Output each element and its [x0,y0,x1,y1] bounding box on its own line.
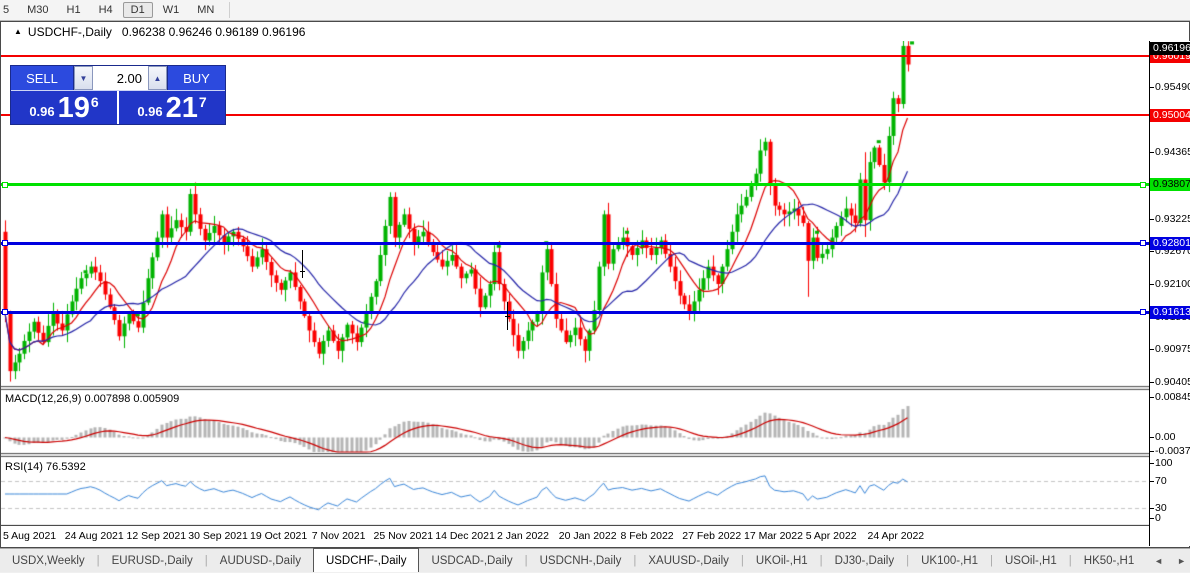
date-tick-label: 17 Mar 2022 [744,530,803,542]
date-tick-label: 30 Sep 2021 [188,530,248,542]
horizontal-line-0.91613[interactable] [1,309,1149,316]
buy-button[interactable]: BUY [167,66,225,90]
sell-price-pip: 6 [90,94,99,110]
chart-tab-uk100[interactable]: UK100-,H1 [909,549,990,572]
date-tick-label: 2 Jan 2022 [497,530,549,542]
line-handle[interactable] [2,309,8,316]
horizontal-line-0.93807[interactable] [1,181,1149,188]
chart-tab-xauusd[interactable]: XAUUSD-,Daily [636,549,741,572]
bid-ask-prices: 0.96 19 6 0.96 21 7 [11,91,225,124]
price-axis: 0.954900.949350.943650.932250.926700.921… [1149,41,1190,546]
chart-title-row: ▲ USDCHF-,Daily 0.96238 0.96246 0.96189 … [1,22,1189,41]
plot-area: MACD(12,26,9) 0.007898 0.005909 RSI(14) … [1,41,1149,546]
chart-tab-usdcad[interactable]: USDCAD-,Daily [419,549,524,572]
horizontal-line-0.92801[interactable] [1,240,1149,247]
volume-decrease-button[interactable]: ▼ [74,66,93,90]
chart-ohlc-readout: 0.96238 0.96246 0.96189 0.96196 [121,24,306,39]
line-price-label: 0.95004 [1150,108,1190,122]
date-tick-label: 5 Apr 2022 [805,530,857,542]
date-tick-label: 20 Jan 2022 [558,530,617,542]
timeframe-button-mn[interactable]: MN [189,2,222,18]
chart-tab-bar: USDX,Weekly | EURUSD-,Daily | AUDUSD-,Daily U… [0,548,1190,572]
tab-scroll-left-icon[interactable]: ◄ [1154,556,1163,566]
volume-increase-button[interactable]: ▲ [148,66,167,90]
date-tick-label: 19 Oct 2021 [250,530,308,542]
date-tick-label: 24 Aug 2021 [64,530,124,542]
chart-tab-hk50[interactable]: HK50-,H1 [1072,549,1147,572]
timeframe-button-m30[interactable]: M30 [19,2,56,18]
vertical-annotation-line[interactable] [300,250,305,278]
macd-zero-label: 0.00 [1150,431,1175,444]
line-handle[interactable] [2,240,8,247]
timeframe-button-h1[interactable]: H1 [59,2,89,18]
timeframe-button-h4[interactable]: H4 [91,2,121,18]
date-axis: 5 Aug 2021 24 Aug 2021 12 Sep 2021 30 Sep 2… [1,526,1149,546]
vertical-annotation-line[interactable] [505,302,510,330]
timeframe-button-5[interactable]: 5 [1,2,17,18]
date-tick-label: 7 Nov 2021 [311,530,366,542]
sell-price-big: 19 [57,92,90,124]
chart-tab-usoil[interactable]: USOil-,H1 [993,549,1069,572]
price-tick-label: 0.93225 [1150,213,1190,226]
rsi-0-label: 0 [1150,512,1161,525]
buy-price-pip: 7 [198,94,207,110]
sell-price-prefix: 0.96 [29,104,55,119]
horizontal-line-0.96019[interactable] [1,55,1149,58]
sell-button[interactable]: SELL [11,66,74,90]
date-tick-label: 27 Feb 2022 [682,530,742,542]
buy-price[interactable]: 0.96 21 7 [119,91,225,124]
date-tick-label: 5 Aug 2021 [3,530,57,542]
chart-tab-usdchf[interactable]: USDCHF-,Daily [312,548,420,572]
annotation-tick [300,271,305,272]
tab-scroll-right-icon[interactable]: ► [1177,556,1186,566]
line-price-label: 0.92801 [1150,236,1190,250]
timeframe-button-w1[interactable]: W1 [155,2,188,18]
rsi-70-label: 70 [1150,475,1167,488]
date-tick-label: 8 Feb 2022 [620,530,674,542]
price-tick-label: 0.95490 [1150,81,1190,94]
rsi-100-label: 100 [1150,457,1173,470]
annotation-tick [505,316,510,317]
chart-symbol-title: USDCHF-,Daily [27,24,112,39]
collapse-triangle-icon[interactable]: ▲ [14,27,22,36]
macd-indicator-label: MACD(12,26,9) 0.007898 0.005909 [5,393,180,405]
macd-max-label: 0.008455 [1150,391,1190,404]
chart-tab-dj30[interactable]: DJ30-,Daily [823,549,906,572]
chart-tab-eurusd[interactable]: EURUSD-,Daily [100,549,205,572]
trading-app: 5 M30 H1 H4 D1 W1 MN ▲ USDCHF-,Daily 0.96238 0… [0,0,1190,573]
tab-scroll-arrows: ◄ ► [1154,549,1186,572]
trade-controls-row: SELL ▼ 2.00 ▲ BUY [11,66,225,91]
price-tick-label: 0.90405 [1150,376,1190,389]
date-tick-label: 12 Sep 2021 [126,530,187,542]
one-click-trading-panel: SELL ▼ 2.00 ▲ BUY 0.96 19 6 0.96 21 7 [10,65,226,125]
buy-price-big: 21 [165,92,198,124]
price-tick-label: 0.90975 [1150,343,1190,356]
chart-tab-usdcnh[interactable]: USDCNH-,Daily [528,549,634,572]
line-price-label: 0.93807 [1150,178,1190,192]
date-tick-label: 14 Dec 2021 [435,530,495,542]
rsi-indicator-label: RSI(14) 76.5392 [5,461,86,473]
chart-window: ▲ USDCHF-,Daily 0.96238 0.96246 0.96189 … [0,21,1190,548]
line-handle[interactable] [1140,309,1146,316]
line-handle[interactable] [1140,181,1146,188]
sell-price[interactable]: 0.96 19 6 [11,91,119,124]
volume-input[interactable]: 2.00 [93,66,148,90]
line-price-label: 0.91613 [1150,305,1190,319]
toolbar-separator [229,2,231,18]
date-tick-label: 24 Apr 2022 [867,530,925,542]
chart-tab-usdx[interactable]: USDX,Weekly [0,549,97,572]
line-handle[interactable] [1140,240,1146,247]
line-handle[interactable] [2,181,8,188]
chart-tab-audusd[interactable]: AUDUSD-,Daily [208,549,313,572]
chart-tab-ukoil[interactable]: UKOil-,H1 [744,549,820,572]
price-tick-label: 0.92100 [1150,278,1190,291]
buy-price-prefix: 0.96 [137,104,163,119]
current-bid-label: 0.96196 [1150,42,1190,55]
timeframe-button-d1[interactable]: D1 [122,2,153,18]
date-tick-label: 25 Nov 2021 [373,530,434,542]
timeframe-toolbar: 5 M30 H1 H4 D1 W1 MN [0,0,1190,21]
price-tick-label: 0.94365 [1150,146,1190,159]
